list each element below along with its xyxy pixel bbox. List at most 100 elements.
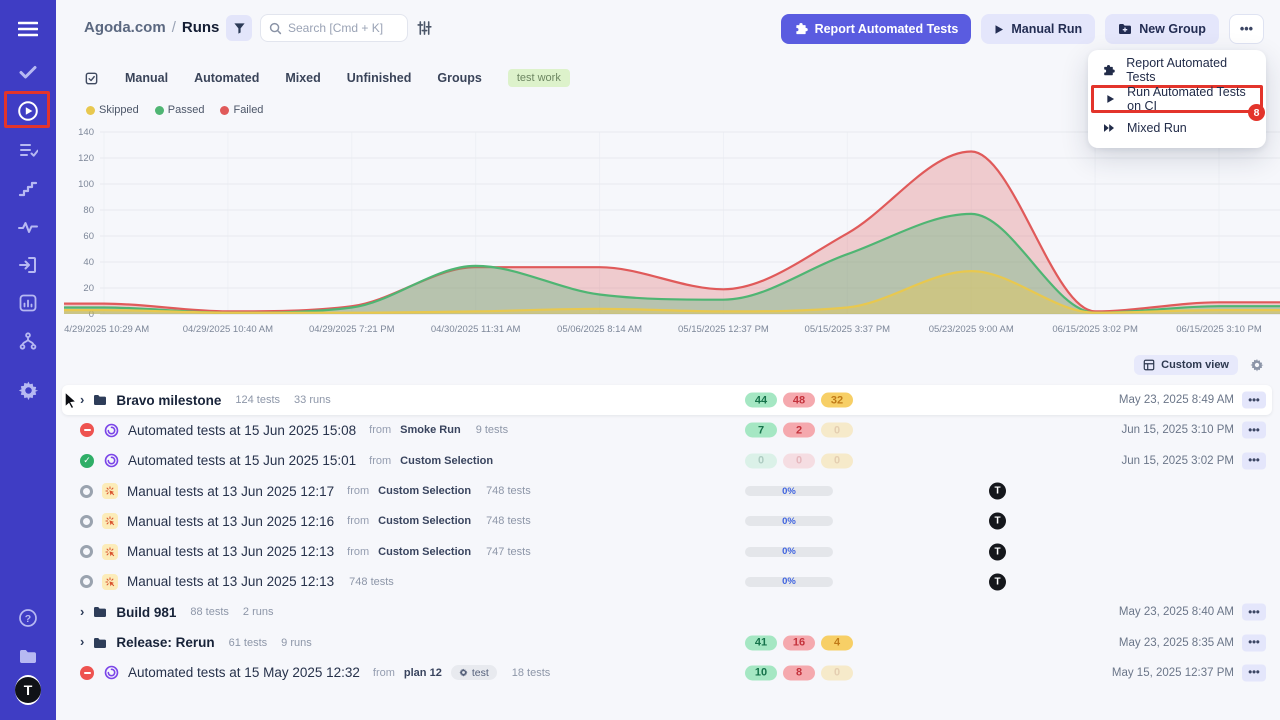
play-icon — [994, 24, 1004, 35]
tab-mixed[interactable]: Mixed — [285, 71, 320, 85]
from-source: Smoke Run — [400, 424, 461, 436]
filter-button[interactable] — [226, 15, 252, 41]
row-more-button[interactable]: ••• — [1242, 392, 1266, 409]
run-row[interactable]: Manual tests at 13 Jun 2025 12:13748 tes… — [62, 567, 1272, 597]
row-more-button[interactable]: ••• — [1242, 604, 1266, 621]
sidebar-item-runs[interactable] — [16, 99, 40, 123]
progress-bar: 0% — [745, 577, 833, 587]
menu-item-label: Mixed Run — [1127, 121, 1187, 135]
result-badges: 444832 — [745, 393, 853, 408]
tab-manual[interactable]: Manual — [125, 71, 168, 85]
group-title[interactable]: Build 981 — [116, 605, 176, 620]
run-row[interactable]: Manual tests at 13 Jun 2025 12:17fromCus… — [62, 476, 1272, 506]
badge-green: 44 — [745, 393, 777, 408]
sidebar-item-steps[interactable] — [16, 177, 40, 201]
filter-tag-test-work[interactable]: test work — [508, 69, 570, 87]
group-meta: 2 runs — [243, 606, 274, 618]
sidebar-item-test-plans[interactable] — [16, 138, 40, 162]
group-title[interactable]: Release: Rerun — [116, 635, 214, 650]
run-title[interactable]: Automated tests at 15 Jun 2025 15:08 — [128, 423, 356, 438]
grid-icon — [1143, 359, 1155, 371]
run-row[interactable]: Automated tests at 15 Jun 2025 15:08from… — [62, 415, 1272, 445]
menu-icon[interactable] — [16, 17, 40, 41]
mouse-cursor — [64, 391, 78, 409]
group-row[interactable]: ›Bravo milestone124 tests33 runs444832Ma… — [62, 385, 1272, 415]
legend-label: Skipped — [99, 104, 139, 116]
custom-view-button[interactable]: Custom view — [1134, 355, 1238, 375]
manual-run-icon — [102, 513, 118, 529]
tests-count: 18 tests — [512, 667, 551, 679]
run-row[interactable]: ✓Automated tests at 15 Jun 2025 15:01fro… — [62, 446, 1272, 476]
run-tag: test — [451, 665, 497, 680]
run-row[interactable]: Automated tests at 15 May 2025 12:32from… — [62, 658, 1272, 688]
progress-value: 0% — [782, 576, 796, 587]
more-actions-button[interactable]: ••• — [1229, 14, 1264, 44]
automated-run-icon — [103, 665, 119, 681]
result-badges: 41164 — [745, 635, 853, 650]
sidebar-item-sign-in[interactable] — [16, 253, 40, 277]
group-row[interactable]: ›Build 98188 tests2 runsMay 23, 2025 8:4… — [62, 597, 1272, 627]
expand-chevron-icon[interactable]: › — [80, 392, 84, 407]
run-date: May 15, 2025 12:37 PM — [1112, 667, 1234, 679]
progress-value: 0% — [782, 516, 796, 527]
badge-green: 7 — [745, 423, 777, 438]
assignee-avatar[interactable]: T — [989, 483, 1006, 500]
y-axis-tick: 40 — [83, 257, 94, 268]
new-group-button[interactable]: New Group — [1105, 14, 1219, 44]
group-title[interactable]: Bravo milestone — [116, 393, 221, 408]
status-stopped-icon — [80, 423, 94, 437]
annotation-step-badge: 8 — [1248, 104, 1265, 121]
run-row[interactable]: Manual tests at 13 Jun 2025 12:16fromCus… — [62, 506, 1272, 536]
assignee-avatar[interactable]: T — [989, 513, 1006, 530]
row-more-button[interactable]: ••• — [1242, 452, 1266, 469]
row-more-button[interactable]: ••• — [1242, 664, 1266, 681]
manual-run-button[interactable]: Manual Run — [981, 14, 1095, 44]
legend-label: Passed — [168, 104, 205, 116]
row-main: ›Release: Rerun61 tests9 runs — [80, 627, 312, 657]
sidebar-item-settings[interactable] — [16, 378, 40, 402]
expand-chevron-icon[interactable]: › — [80, 604, 84, 619]
menu-item-report-automated-tests[interactable]: Report Automated Tests — [1088, 57, 1266, 83]
x-axis-tick: 05/06/2025 8:14 AM — [557, 324, 642, 335]
run-title[interactable]: Manual tests at 13 Jun 2025 12:17 — [127, 484, 334, 499]
run-title[interactable]: Manual tests at 13 Jun 2025 12:13 — [127, 574, 334, 589]
y-axis-tick: 120 — [78, 153, 94, 164]
run-title[interactable]: Automated tests at 15 May 2025 12:32 — [128, 665, 360, 680]
badge-green: 10 — [745, 665, 777, 680]
sidebar-item-pulse[interactable] — [16, 215, 40, 239]
run-title[interactable]: Manual tests at 13 Jun 2025 12:16 — [127, 514, 334, 529]
select-all-icon[interactable] — [84, 71, 99, 86]
search-input[interactable] — [288, 21, 399, 35]
view-settings-gear-icon[interactable] — [1250, 358, 1264, 372]
tab-unfinished[interactable]: Unfinished — [347, 71, 412, 85]
expand-chevron-icon[interactable]: › — [80, 634, 84, 649]
breadcrumb-project[interactable]: Agoda.com — [84, 19, 166, 36]
folder-plus-icon — [1118, 23, 1132, 35]
run-title[interactable]: Manual tests at 13 Jun 2025 12:13 — [127, 544, 334, 559]
failed-dot — [220, 106, 229, 115]
run-row[interactable]: Manual tests at 13 Jun 2025 12:13fromCus… — [62, 536, 1272, 566]
help-icon[interactable]: ? — [16, 606, 40, 630]
menu-item-mixed-run[interactable]: Mixed Run — [1088, 115, 1266, 141]
tab-automated[interactable]: Automated — [194, 71, 259, 85]
group-row[interactable]: ›Release: Rerun61 tests9 runs41164May 23… — [62, 627, 1272, 657]
row-more-button[interactable]: ••• — [1242, 634, 1266, 651]
sidebar-item-tests[interactable] — [16, 60, 40, 84]
tab-groups[interactable]: Groups — [437, 71, 481, 85]
sidebar-item-branches[interactable] — [16, 329, 40, 353]
row-more-button[interactable]: ••• — [1242, 422, 1266, 439]
row-main: ✓Automated tests at 15 Jun 2025 15:01fro… — [80, 446, 493, 476]
badge-yellow: 32 — [821, 393, 853, 408]
row-main: Manual tests at 13 Jun 2025 12:13fromCus… — [80, 536, 531, 566]
report-automated-tests-button[interactable]: Report Automated Tests — [781, 14, 972, 44]
fast-forward-icon — [1101, 123, 1116, 133]
x-axis-tick: 06/15/2025 3:10 PM — [1176, 324, 1262, 335]
assignee-avatar[interactable]: T — [989, 543, 1006, 560]
menu-item-run-automated-tests-on-ci[interactable]: Run Automated Tests on CI — [1094, 88, 1260, 110]
sidebar-item-analytics[interactable] — [16, 291, 40, 315]
projects-icon[interactable] — [16, 644, 40, 668]
assignee-avatar[interactable]: T — [989, 573, 1006, 590]
run-title[interactable]: Automated tests at 15 Jun 2025 15:01 — [128, 453, 356, 468]
workspace-logo[interactable]: T — [16, 678, 40, 702]
adjustments-icon[interactable] — [417, 21, 432, 40]
